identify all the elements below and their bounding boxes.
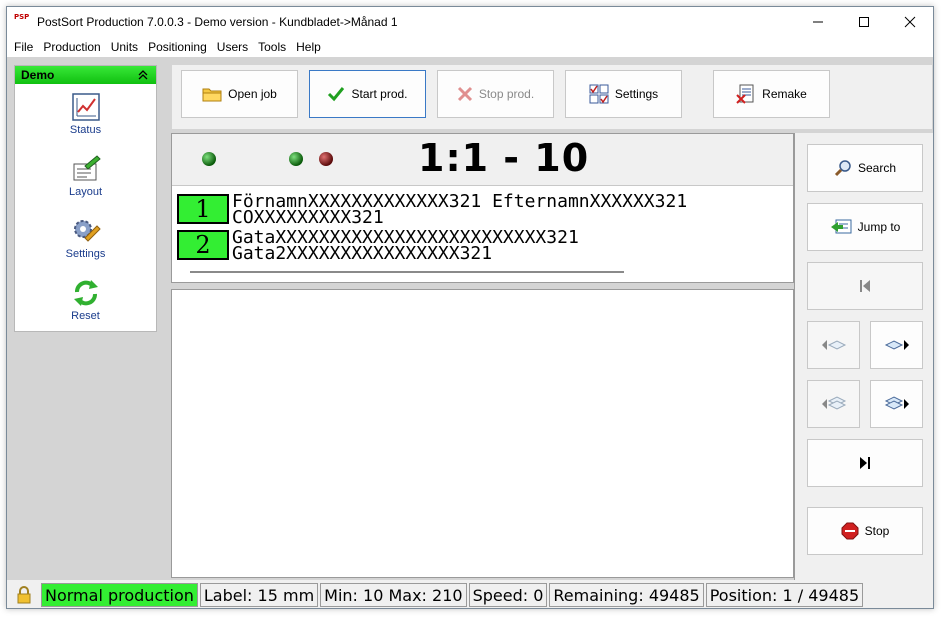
menu-production[interactable]: Production	[38, 40, 105, 54]
first-record-button[interactable]	[807, 262, 923, 310]
sidebar-item-label: Reset	[71, 310, 100, 322]
display-header: 1:1 - 10	[172, 134, 793, 186]
status-led-icon	[289, 152, 303, 166]
sidebar-title: Demo	[21, 68, 55, 82]
sidebar-item-reset[interactable]: Reset	[15, 278, 156, 322]
horizontal-scrollbar[interactable]	[190, 271, 624, 273]
close-button[interactable]	[887, 7, 933, 37]
position-counter: 1:1 - 10	[418, 136, 590, 180]
settings-button[interactable]: Settings	[565, 70, 682, 118]
log-panel	[171, 289, 794, 578]
remake-button[interactable]: Remake	[713, 70, 830, 118]
settings-label: Settings	[614, 87, 659, 101]
skip-first-icon	[860, 280, 870, 292]
next-stack-button[interactable]	[870, 380, 923, 428]
previous-label-icon	[821, 340, 846, 350]
refresh-icon	[73, 280, 98, 306]
jump-to-button[interactable]: Jump to	[807, 203, 923, 251]
navigation-panel: Search Jump to Stop	[794, 133, 933, 580]
sidebar-header[interactable]: Demo	[15, 66, 156, 84]
minimize-button[interactable]	[795, 7, 841, 37]
collapse-chevron-icon[interactable]	[138, 70, 148, 80]
speed-status: Speed: 0	[468, 583, 548, 607]
cross-icon	[457, 86, 472, 102]
search-icon	[834, 160, 851, 177]
maximize-button[interactable]	[841, 7, 887, 37]
sidebar-item-label: Settings	[65, 248, 106, 260]
remake-label: Remake	[762, 87, 807, 101]
stop-button[interactable]: Stop	[807, 507, 923, 555]
label-line-text: Gata2XXXXXXXXXXXXXXXX321	[232, 243, 493, 264]
document-remake-icon	[736, 84, 754, 104]
next-label-button[interactable]	[870, 321, 923, 369]
chart-icon	[71, 93, 100, 121]
sidebar-panel: Demo Status Layout Settings Reset	[14, 65, 157, 332]
lock-icon	[17, 586, 31, 604]
gear-wrench-icon	[73, 220, 101, 242]
menu-help[interactable]: Help	[291, 40, 326, 54]
menu-bar: File Production Units Positioning Users …	[7, 37, 933, 57]
sidebar-item-layout[interactable]: Layout	[15, 154, 156, 198]
maximize-icon	[859, 17, 869, 27]
status-led-icon	[202, 152, 216, 166]
sidebar-item-label: Status	[69, 124, 102, 136]
remaining-status: Remaining: 49485	[549, 583, 704, 607]
layout-edit-icon	[73, 155, 101, 181]
stop-sign-icon	[841, 522, 859, 540]
title-bar: PSP PostSort Production 7.0.0.3 - Demo v…	[7, 7, 933, 37]
toolbar: Open job Start prod. Stop prod. Settings…	[172, 65, 932, 129]
label-size-status: Label: 15 mm	[199, 583, 319, 607]
previous-label-button[interactable]	[807, 321, 860, 369]
previous-stack-icon	[821, 396, 846, 410]
open-job-label: Open job	[228, 87, 277, 101]
app-logo-icon: PSP	[14, 13, 30, 21]
app-window: PSP PostSort Production 7.0.0.3 - Demo v…	[6, 6, 934, 609]
line-number-badge: 2	[177, 230, 229, 260]
jump-to-icon	[830, 219, 852, 234]
label-line-text: COXXXXXXXXX321	[232, 207, 384, 228]
sidebar-item-settings[interactable]: Settings	[15, 216, 156, 260]
checklist-icon	[589, 84, 609, 104]
next-stack-icon	[884, 396, 909, 410]
status-led-icon	[319, 152, 333, 166]
search-label: Search	[857, 161, 897, 175]
stop-prod-label: Stop prod.	[478, 87, 535, 101]
sidebar-item-label: Layout	[68, 186, 103, 198]
min-max-status: Min: 10 Max: 210	[320, 583, 467, 607]
minimize-icon	[813, 21, 823, 23]
line-number-badge: 1	[177, 194, 229, 224]
menu-file[interactable]: File	[9, 40, 38, 54]
checkmark-icon	[328, 87, 345, 102]
open-job-button[interactable]: Open job	[181, 70, 298, 118]
next-label-icon	[884, 340, 909, 350]
window-title: PostSort Production 7.0.0.3 - Demo versi…	[37, 15, 398, 29]
stop-label: Stop	[864, 524, 890, 538]
previous-stack-button[interactable]	[807, 380, 860, 428]
lock-button[interactable]	[9, 583, 39, 607]
last-record-button[interactable]	[807, 439, 923, 487]
menu-units[interactable]: Units	[106, 40, 143, 54]
menu-positioning[interactable]: Positioning	[143, 40, 212, 54]
stop-prod-button[interactable]: Stop prod.	[437, 70, 554, 118]
production-mode-status: Normal production	[41, 583, 198, 607]
menu-tools[interactable]: Tools	[253, 40, 291, 54]
close-icon	[904, 16, 916, 28]
position-status: Position: 1 / 49485	[705, 583, 864, 607]
status-bar: Normal production Label: 15 mm Min: 10 M…	[7, 580, 933, 608]
start-prod-button[interactable]: Start prod.	[309, 70, 426, 118]
jump-to-label: Jump to	[857, 220, 901, 234]
skip-last-icon	[860, 457, 870, 469]
label-preview-panel: 1:1 - 10 1 FörnamnXXXXXXXXXXXXX321 Efter…	[171, 133, 794, 283]
search-button[interactable]: Search	[807, 144, 923, 192]
menu-users[interactable]: Users	[212, 40, 253, 54]
folder-icon	[202, 88, 222, 102]
start-prod-label: Start prod.	[351, 87, 408, 101]
main-area: Demo Status Layout Settings Reset Open j…	[7, 57, 933, 580]
sidebar-item-status[interactable]: Status	[15, 92, 156, 136]
